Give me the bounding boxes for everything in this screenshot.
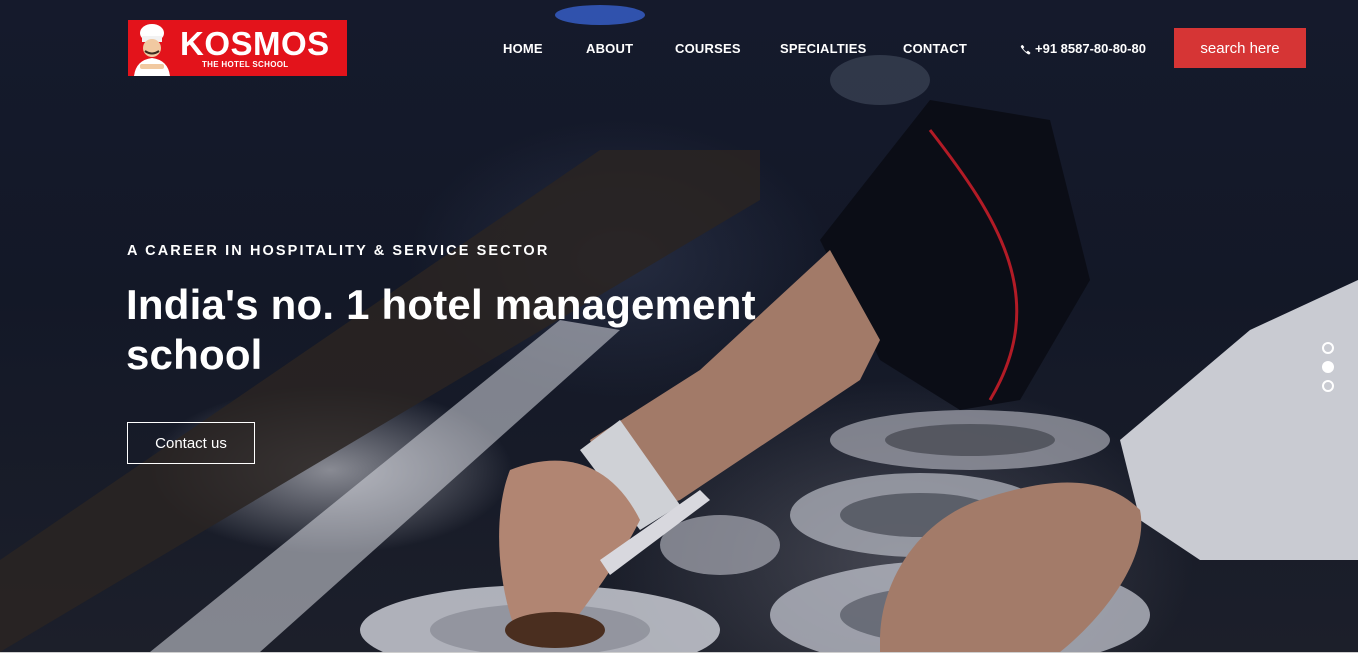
page-bottom-edge	[0, 652, 1358, 668]
brand-logo[interactable]: KOSMOS THE HOTEL SCHOOL	[128, 20, 347, 76]
nav-specialties[interactable]: SPECIALTIES	[780, 41, 866, 56]
nav-about[interactable]: ABOUT	[586, 41, 633, 56]
brand-name: KOSMOS	[180, 25, 330, 62]
phone-text: +91 8587-80-80-80	[1035, 41, 1146, 56]
slide-dot-3[interactable]	[1322, 380, 1334, 392]
nav-courses[interactable]: COURSES	[675, 41, 741, 56]
slide-dot-2[interactable]	[1322, 361, 1334, 373]
search-button[interactable]: search here	[1174, 28, 1306, 68]
slide-dot-1[interactable]	[1322, 342, 1334, 354]
slider-pagination	[1322, 342, 1336, 399]
chef-mascot-icon	[128, 20, 176, 76]
hero-headline: India's no. 1 hotel management school	[126, 280, 846, 380]
hero-headline-line1: India's no. 1 hotel management	[126, 281, 756, 328]
phone-icon	[1020, 43, 1031, 55]
phone-number[interactable]: +91 8587-80-80-80	[1020, 41, 1146, 56]
nav-contact[interactable]: CONTACT	[903, 41, 967, 56]
brand-tagline: THE HOTEL SCHOOL	[202, 60, 289, 69]
hero-eyebrow: A CAREER IN HOSPITALITY & SERVICE SECTOR	[127, 243, 550, 259]
nav-home[interactable]: HOME	[503, 41, 543, 56]
contact-us-button[interactable]: Contact us	[127, 422, 255, 464]
hero-headline-line2: school	[126, 331, 263, 378]
